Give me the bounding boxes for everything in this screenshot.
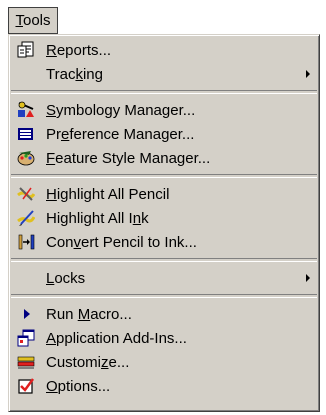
submenu-arrow-icon [306,274,310,282]
menu-item-application-add-ins[interactable]: Application Add-Ins... [12,326,316,350]
menu-item-label: Run Macro... [46,305,132,323]
menu-separator [11,258,317,262]
menu-item-options[interactable]: Options... [12,374,316,398]
menu-item-label: Options... [46,377,111,395]
submenu-arrow-icon [306,70,310,78]
menu-separator [11,90,317,94]
menu-item-run-macro[interactable]: Run Macro... [12,302,316,326]
menu-item-label: Reports... [46,41,112,59]
pencil-highlight-icon [16,185,36,203]
tools-menu-label: Tools [15,12,51,29]
menu-separator [11,294,317,298]
ink-highlight-icon [16,209,36,227]
menu-item-tracking[interactable]: Tracking [12,62,316,86]
menu-item-reports[interactable]: Reports... [12,38,316,62]
tools-dropdown: Reports... Tracking Symbology Manager... [8,34,320,412]
convert-icon [16,233,36,251]
feature-style-icon [16,149,36,167]
symbology-icon [16,101,36,119]
menu-item-preference-manager[interactable]: Preference Manager... [12,122,316,146]
tools-menu-title[interactable]: Tools [8,7,58,34]
menu-item-customize[interactable]: Customize... [12,350,316,374]
menu-item-label: Customize... [46,353,130,371]
checkbox-icon [16,377,36,395]
customize-icon [16,353,36,371]
addins-icon [16,329,36,347]
menu-item-label: Feature Style Manager... [46,149,211,167]
menu-item-symbology-manager[interactable]: Symbology Manager... [12,98,316,122]
menu-separator [11,174,317,178]
menu-item-convert-pencil-to-ink[interactable]: Convert Pencil to Ink... [12,230,316,254]
menu-item-locks[interactable]: Locks [12,266,316,290]
menu-item-highlight-all-pencil[interactable]: Highlight All Pencil [12,182,316,206]
menu-item-label: Symbology Manager... [46,101,196,119]
play-icon [16,305,36,323]
menu-item-label: Locks [46,269,86,287]
menu-item-feature-style-manager[interactable]: Feature Style Manager... [12,146,316,170]
menu-item-label: Highlight All Ink [46,209,149,227]
menu-item-highlight-all-ink[interactable]: Highlight All Ink [12,206,316,230]
preference-icon [16,125,36,143]
menu-item-label: Convert Pencil to Ink... [46,233,197,251]
menu-item-label: Application Add-Ins... [46,329,187,347]
menu-item-label: Highlight All Pencil [46,185,170,203]
menu-item-label: Preference Manager... [46,125,195,143]
menu-item-label: Tracking [46,65,103,83]
reports-icon [16,41,36,59]
